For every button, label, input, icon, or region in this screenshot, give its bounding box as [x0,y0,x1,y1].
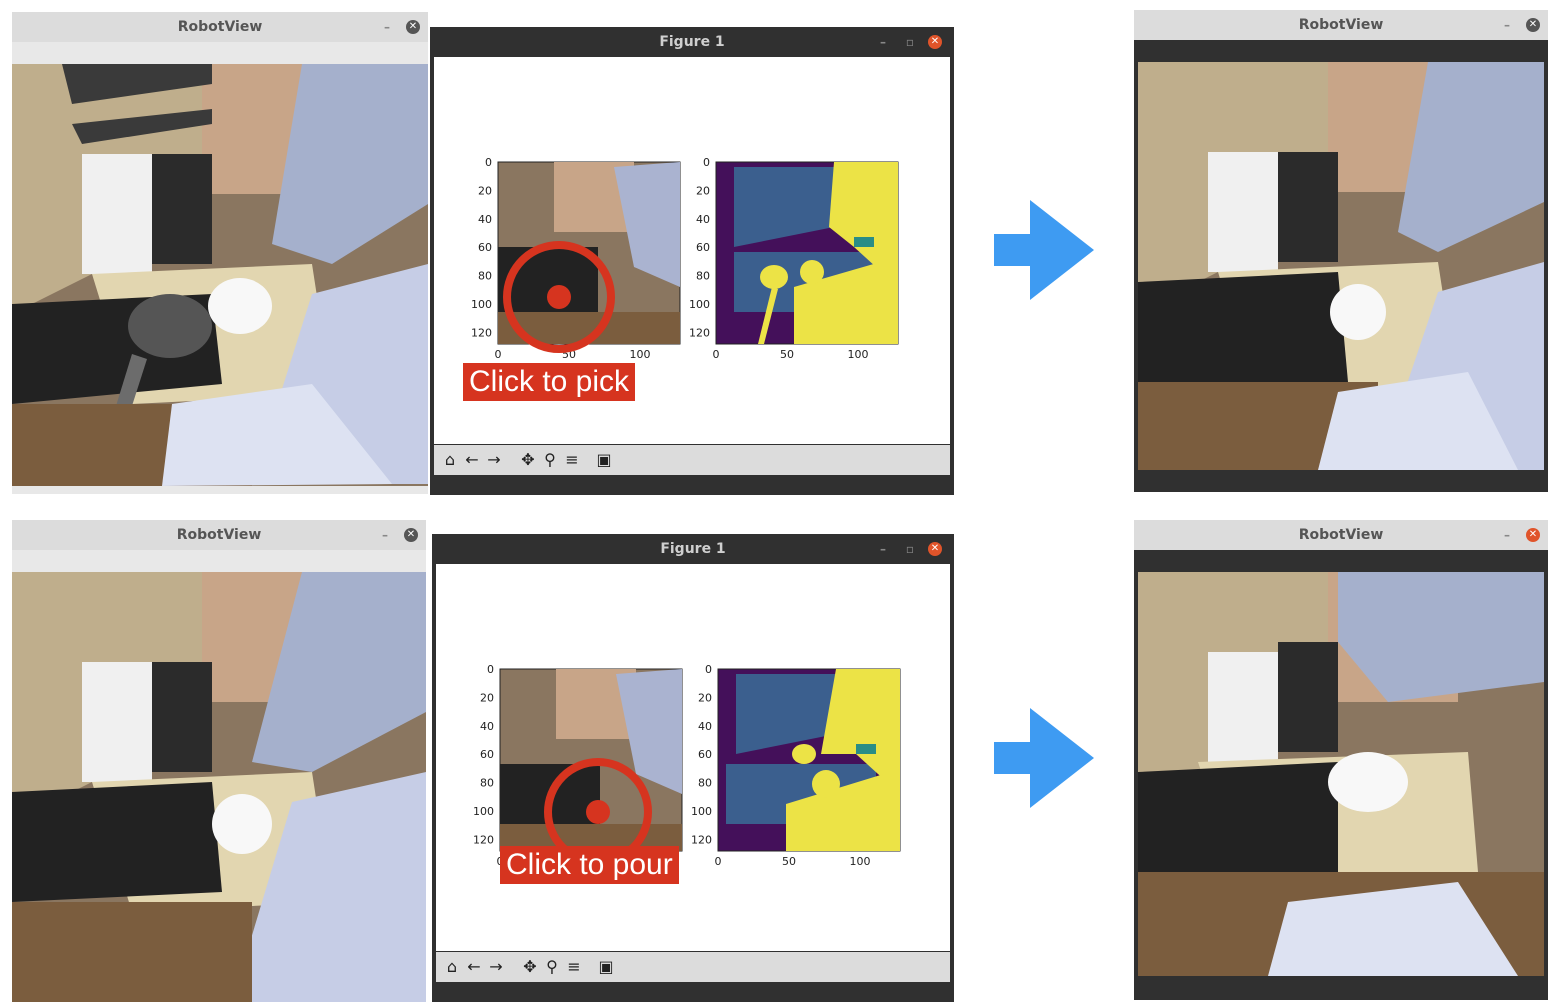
close-icon[interactable]: ✕ [1526,18,1540,32]
y-tick-label: 80 [478,270,492,283]
window-title-bar[interactable]: RobotView – ✕ [1134,10,1548,40]
y-tick-label: 40 [696,213,710,226]
y-tick-label: 120 [689,326,710,339]
x-tick-label: 50 [782,855,796,868]
x-tick-label: 100 [630,348,651,361]
window-title-bar[interactable]: RobotView – ✕ [1134,520,1548,550]
window-title-bar[interactable]: Figure 1 – ▫ ✕ [432,534,954,564]
close-icon[interactable]: ✕ [406,20,420,34]
y-tick-label: 20 [698,691,712,704]
window-title: Figure 1 [659,34,725,50]
y-tick-label: 60 [698,748,712,761]
arrow-right-icon [994,200,1094,300]
y-tick-label: 0 [703,156,710,169]
minimize-icon[interactable]: – [880,27,886,57]
close-icon[interactable]: ✕ [404,528,418,542]
y-tick-label: 60 [478,241,492,254]
window-title: RobotView [1298,527,1384,543]
window-title-bar[interactable]: RobotView – ✕ [12,12,428,42]
figure-canvas[interactable]: 0204060801001200501000204060801001200501… [434,57,950,444]
x-tick-label: 0 [715,855,722,868]
y-tick-label: 40 [478,213,492,226]
close-icon[interactable]: ✕ [1526,528,1540,542]
window-title-bar[interactable]: Figure 1 – ▫ ✕ [430,27,954,57]
action-label-pour: Click to pour [500,846,679,884]
y-tick-label: 120 [473,833,494,846]
close-icon[interactable]: ✕ [928,542,942,556]
y-tick-label: 40 [698,720,712,733]
navigation-toolbar: ⌂ ← → ✥ ⚲ ≡ ▣ [434,445,950,475]
y-tick-label: 40 [480,720,494,733]
robot-camera-view [12,64,428,486]
back-icon[interactable]: ← [462,450,482,470]
configure-icon[interactable]: ≡ [564,957,584,977]
window-title: RobotView [176,527,262,543]
minimize-icon[interactable]: – [384,12,390,42]
minimize-icon[interactable]: – [382,520,388,550]
window-title: RobotView [177,19,263,35]
robot-camera-view [1138,62,1544,470]
target-point[interactable] [547,285,571,309]
minimize-icon[interactable]: – [1504,10,1510,40]
y-tick-label: 20 [478,184,492,197]
y-tick-label: 80 [696,270,710,283]
navigation-toolbar: ⌂ ← → ✥ ⚲ ≡ ▣ [436,952,950,982]
forward-icon[interactable]: → [484,450,504,470]
y-tick-label: 100 [471,298,492,311]
y-tick-label: 0 [705,663,712,676]
y-tick-label: 100 [691,805,712,818]
configure-icon[interactable]: ≡ [562,450,582,470]
save-icon[interactable]: ▣ [594,450,614,470]
pan-icon[interactable]: ✥ [520,957,540,977]
maximize-icon[interactable]: ▫ [906,534,914,564]
y-tick-label: 100 [689,298,710,311]
y-tick-label: 0 [485,156,492,169]
y-tick-label: 80 [480,777,494,790]
pan-icon[interactable]: ✥ [518,450,538,470]
y-tick-label: 20 [480,691,494,704]
figure-axes: 0204060801001200501000204060801001200501… [473,663,901,868]
window-title-bar[interactable]: RobotView – ✕ [12,520,426,550]
x-tick-label: 100 [850,855,871,868]
zoom-icon[interactable]: ⚲ [540,450,560,470]
y-tick-label: 120 [691,833,712,846]
save-icon[interactable]: ▣ [596,957,616,977]
y-tick-label: 60 [696,241,710,254]
robotview-window-top-right: RobotView – ✕ [1134,10,1548,492]
y-tick-label: 60 [480,748,494,761]
robot-camera-view [1138,572,1544,976]
x-tick-label: 100 [848,348,869,361]
x-tick-label: 0 [495,348,502,361]
minimize-icon[interactable]: – [1504,520,1510,550]
action-label-pick: Click to pick [463,363,636,401]
maximize-icon[interactable]: ▫ [906,27,914,57]
robotview-window-bottom-left: RobotView – ✕ [12,520,426,1002]
back-icon[interactable]: ← [464,957,484,977]
window-title: RobotView [1298,17,1384,33]
home-icon[interactable]: ⌂ [440,450,460,470]
robotview-window-bottom-right: RobotView – ✕ [1134,520,1548,1000]
home-icon[interactable]: ⌂ [442,957,462,977]
close-icon[interactable]: ✕ [928,35,942,49]
y-tick-label: 120 [471,326,492,339]
figure-window-top: Figure 1 – ▫ ✕ 0 20 40 60 80 100 120 0 50 100 0 20 4… [430,27,954,495]
x-tick-label: 0 [713,348,720,361]
arrow-right-icon [994,708,1094,808]
figure-window-bottom: Figure 1 – ▫ ✕ 0204060801001200501000204… [432,534,954,1002]
zoom-icon[interactable]: ⚲ [542,957,562,977]
robotview-window-top-left: RobotView – ✕ [12,12,428,494]
robot-camera-view [12,572,426,1002]
y-tick-label: 20 [696,184,710,197]
y-tick-label: 100 [473,805,494,818]
y-tick-label: 80 [698,777,712,790]
y-tick-label: 0 [487,663,494,676]
target-point[interactable] [586,800,610,824]
minimize-icon[interactable]: – [880,534,886,564]
window-title: Figure 1 [660,541,726,557]
x-tick-label: 50 [780,348,794,361]
figure-canvas[interactable]: 0204060801001200501000204060801001200501… [436,564,950,951]
forward-icon[interactable]: → [486,957,506,977]
